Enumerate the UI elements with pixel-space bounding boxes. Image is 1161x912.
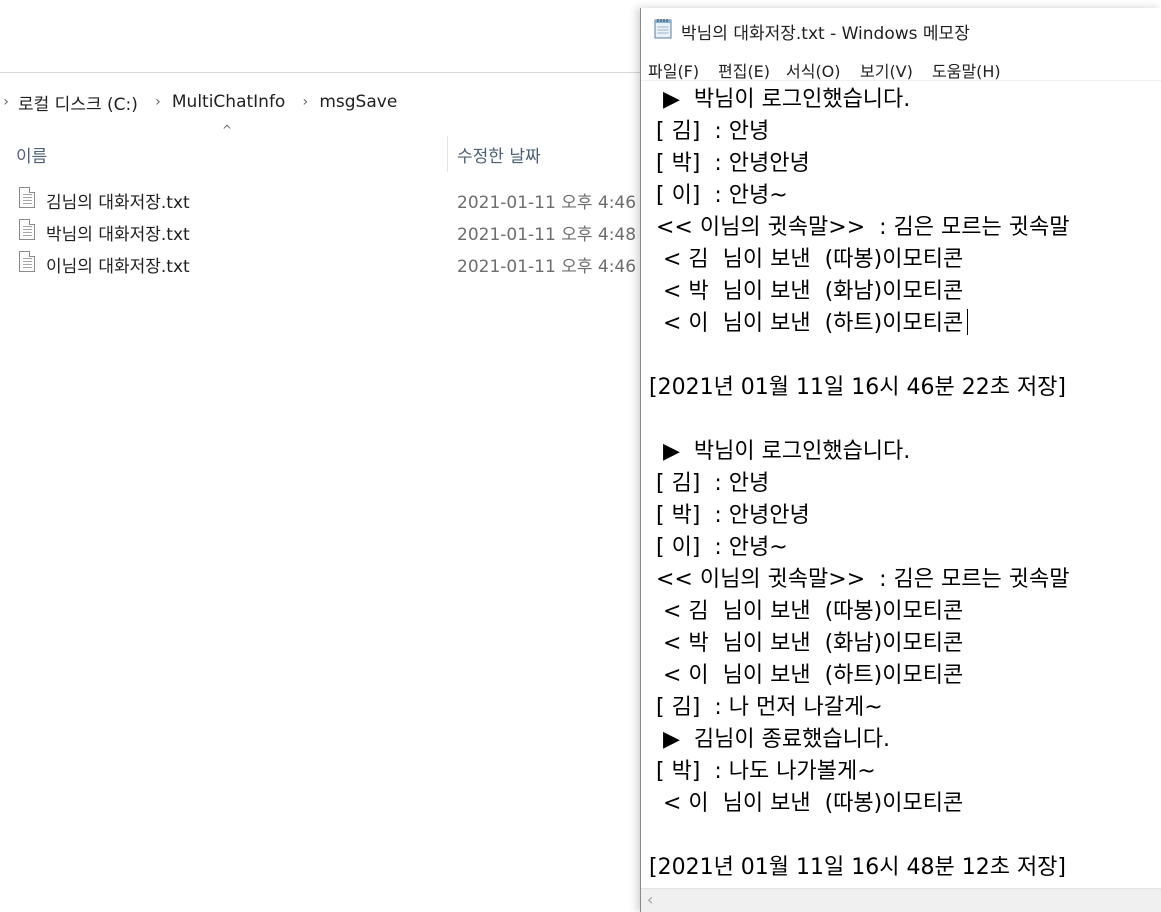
text-line: ▶ 박님이 로그인했습니다. — [649, 439, 911, 464]
text-line-with-caret: < 이 님이 보낸 (하트)이모티콘 — [649, 308, 969, 340]
chevron-right-icon[interactable]: › — [297, 94, 313, 110]
file-row[interactable]: 박님의 대화저장.txt 2021-01-11 오후 4:48 — [0, 216, 640, 248]
text-line: ▶ 박님이 로그인했습니다. — [649, 87, 911, 112]
menu-edit[interactable]: 편집(E) — [718, 58, 770, 82]
text-line: [ 김] : 나 먼저 나갈게~ — [649, 695, 883, 720]
file-row[interactable]: 이님의 대화저장.txt 2021-01-11 오후 4:46 — [0, 248, 640, 280]
window-title: 박님의 대화저장.txt - Windows 메모장 — [681, 24, 970, 44]
screen: › 로컬 디스크 (C:) › MultiChatInfo › msgSave … — [0, 0, 1161, 912]
chevron-right-icon[interactable]: › — [0, 94, 12, 110]
chevron-right-icon[interactable]: › — [150, 94, 166, 110]
file-name: 김님의 대화저장.txt — [46, 193, 190, 213]
sort-ascending-icon: ^ — [221, 123, 233, 137]
text-line: < 이 님이 보낸 (하트)이모티콘 — [649, 311, 964, 336]
breadcrumb-local-disk[interactable]: 로컬 디스크 (C:) — [18, 90, 138, 115]
text-line: [ 박] : 나도 나가볼게~ — [649, 759, 876, 784]
column-header-date-modified[interactable]: 수정한 날짜 — [457, 142, 541, 167]
horizontal-scrollbar[interactable]: ‹ — [641, 888, 1161, 912]
address-bar-divider — [0, 72, 640, 73]
text-file-icon — [19, 251, 35, 272]
text-line: [2021년 01월 11일 16시 48분 12초 저장] — [649, 855, 1067, 880]
explorer-ribbon-area — [0, 0, 640, 72]
breadcrumb-multichatinfo[interactable]: MultiChatInfo — [172, 92, 285, 112]
text-line: << 이님의 귓속말>> : 김은 모르는 귓속말 — [649, 567, 1070, 592]
text-line: [ 이] : 안녕~ — [649, 183, 788, 208]
file-explorer-window: › 로컬 디스크 (C:) › MultiChatInfo › msgSave … — [0, 0, 640, 912]
text-line: < 이 님이 보낸 (하트)이모티콘 — [649, 663, 964, 688]
file-row[interactable]: 김님의 대화저장.txt 2021-01-11 오후 4:46 — [0, 184, 640, 216]
breadcrumb-msgsave[interactable]: msgSave — [319, 92, 397, 112]
file-date-modified: 2021-01-11 오후 4:46 — [457, 257, 637, 277]
text-line: [ 박] : 안녕안녕 — [649, 503, 810, 528]
text-line: [2021년 01월 11일 16시 46분 22초 저장] — [649, 375, 1067, 400]
text-line: [ 김] : 안녕 — [649, 119, 770, 144]
menu-view[interactable]: 보기(V) — [860, 58, 913, 82]
file-name: 박님의 대화저장.txt — [46, 225, 190, 245]
text-line: [ 이] : 안녕~ — [649, 535, 788, 560]
text-line: < 김 님이 보낸 (따봉)이모티콘 — [649, 247, 964, 272]
text-line: < 김 님이 보낸 (따봉)이모티콘 — [649, 599, 964, 624]
text-line: < 이 님이 보낸 (따봉)이모티콘 — [649, 791, 964, 816]
menu-help[interactable]: 도움말(H) — [932, 58, 1001, 82]
menu-file[interactable]: 파일(F) — [648, 58, 699, 82]
file-date-modified: 2021-01-11 오후 4:48 — [457, 225, 637, 245]
notepad-icon — [654, 19, 672, 39]
column-header-name[interactable]: 이름 — [16, 142, 47, 167]
text-line: [ 김] : 안녕 — [649, 471, 770, 496]
text-line: [ 박] : 안녕안녕 — [649, 151, 810, 176]
text-cursor — [967, 309, 969, 335]
menu-format[interactable]: 서식(O) — [786, 58, 841, 82]
file-date-modified: 2021-01-11 오후 4:46 — [457, 193, 637, 213]
text-line: < 박 님이 보낸 (화남)이모티콘 — [649, 279, 964, 304]
file-name: 이님의 대화저장.txt — [46, 257, 190, 277]
menu-divider — [641, 80, 1161, 81]
breadcrumb[interactable]: › 로컬 디스크 (C:) › MultiChatInfo › msgSave — [0, 84, 409, 120]
column-divider[interactable] — [447, 136, 448, 172]
notepad-window: 박님의 대화저장.txt - Windows 메모장 파일(F) 편집(E) 서… — [640, 8, 1161, 912]
scroll-left-arrow-icon[interactable]: ‹ — [647, 890, 653, 909]
text-file-icon — [19, 219, 35, 240]
text-line: < 박 님이 보낸 (화남)이모티콘 — [649, 631, 964, 656]
text-line: ▶ 김님이 종료했습니다. — [649, 727, 891, 752]
notepad-title-bar[interactable]: 박님의 대화저장.txt - Windows 메모장 — [641, 8, 1161, 50]
text-editor-area[interactable]: ▶ 박님이 로그인했습니다. [ 김] : 안녕 [ 박] : 안녕안녕 [ 이… — [641, 82, 1161, 886]
text-line: << 이님의 귓속말>> : 김은 모르는 귓속말 — [649, 215, 1070, 240]
menu-bar: 파일(F) 편집(E) 서식(O) 보기(V) 도움말(H) — [641, 54, 1161, 82]
column-header-row — [0, 132, 640, 174]
text-file-icon — [19, 187, 35, 208]
